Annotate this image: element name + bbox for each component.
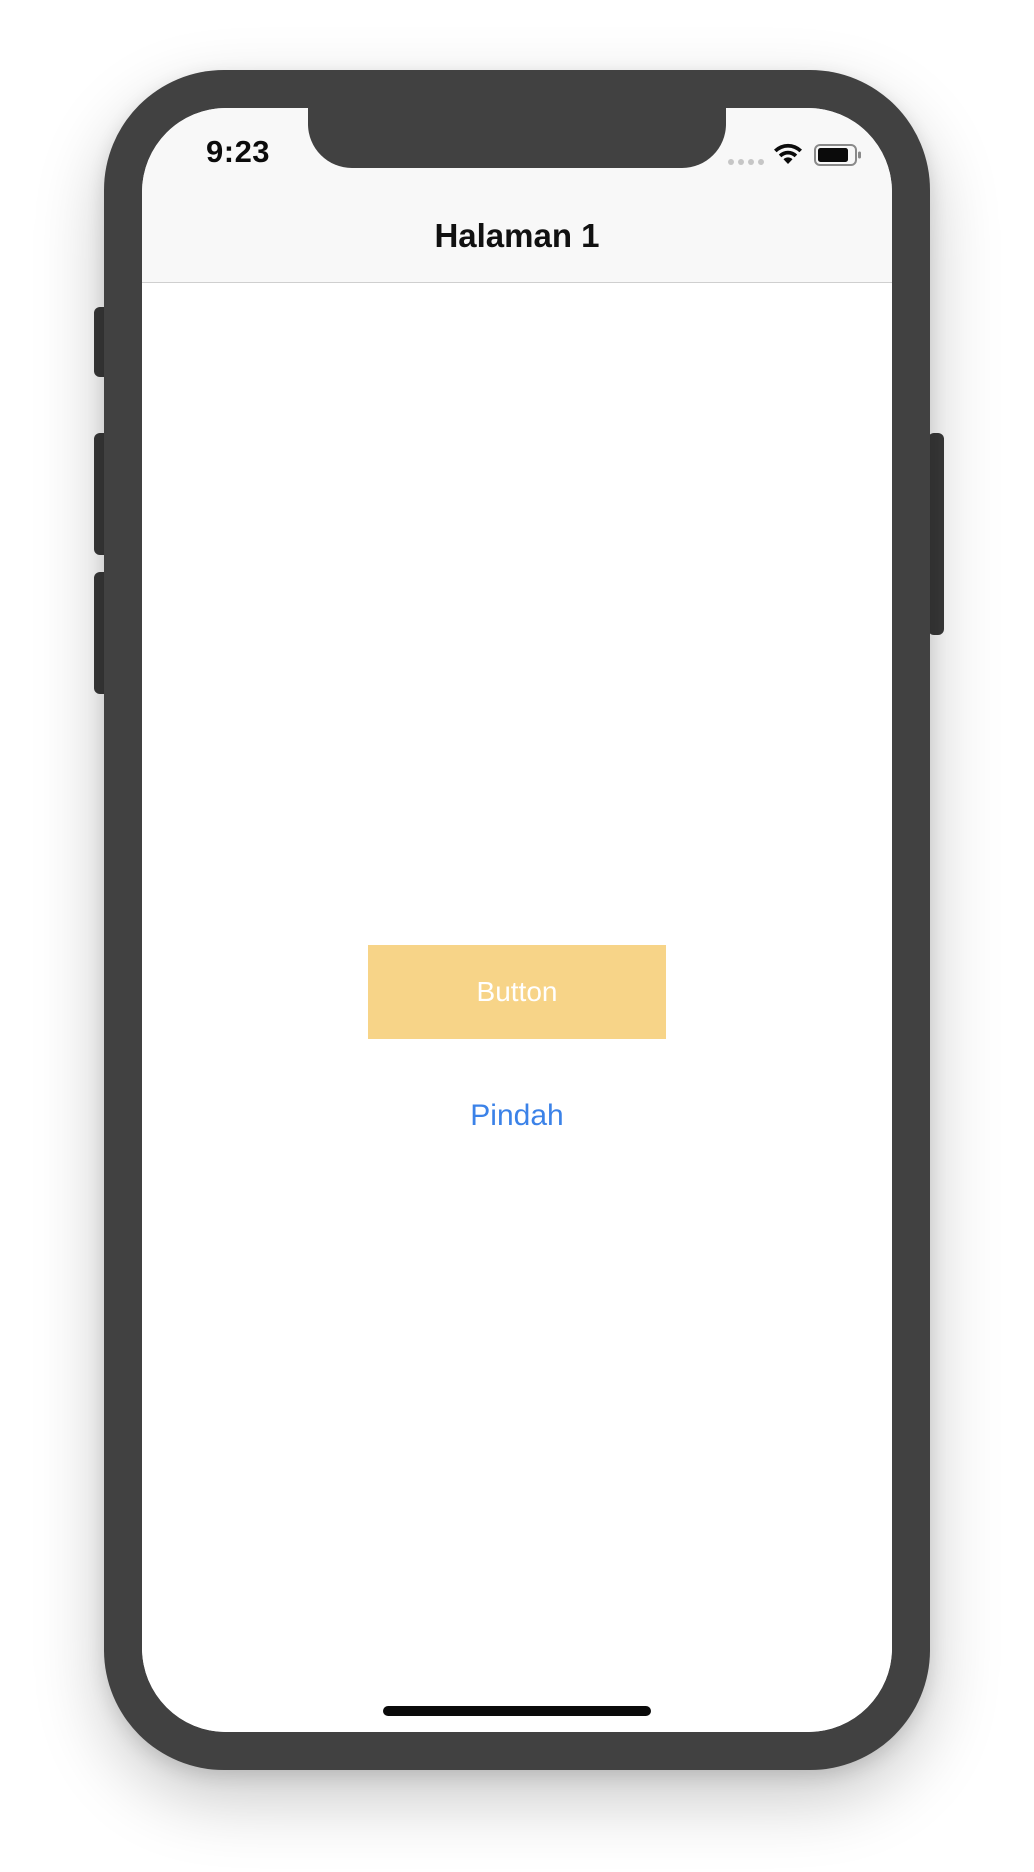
camera-notch [308, 108, 726, 168]
navigation-bar: Halaman 1 [142, 196, 892, 283]
power-button [928, 433, 944, 635]
signal-strength-icon [728, 159, 764, 165]
main-content: Button Pindah [142, 283, 892, 1732]
phone-frame: 9:23 Halaman 1 Button Pindah [104, 70, 930, 1770]
status-time: 9:23 [206, 134, 271, 169]
home-indicator[interactable] [383, 1706, 651, 1716]
device-stage: 9:23 Halaman 1 Button Pindah [0, 0, 1034, 1872]
pindah-button[interactable]: Pindah [142, 1091, 892, 1141]
primary-button[interactable]: Button [368, 945, 666, 1039]
phone-screen: 9:23 Halaman 1 Button Pindah [142, 108, 892, 1732]
battery-icon [814, 144, 861, 166]
wifi-icon [774, 143, 802, 164]
page-title: Halaman 1 [434, 217, 600, 254]
